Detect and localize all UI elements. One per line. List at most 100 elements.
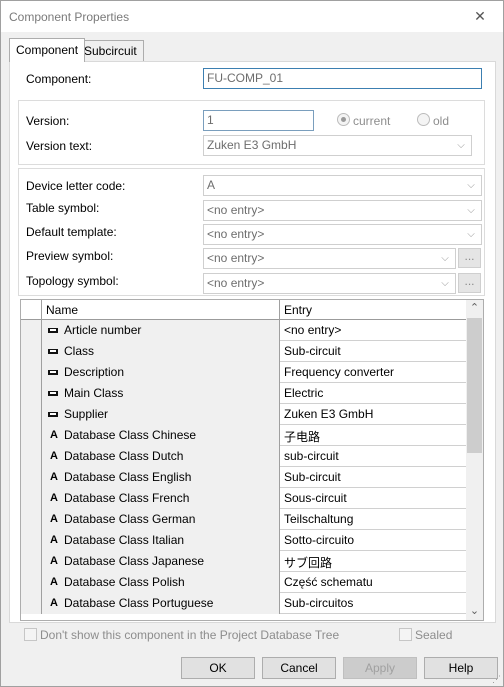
table-symbol-label: Table symbol: <box>26 201 100 215</box>
row-header[interactable] <box>21 446 42 467</box>
row-header[interactable] <box>21 572 42 593</box>
row-header[interactable] <box>21 467 42 488</box>
scroll-up-icon[interactable]: ⌃ <box>466 300 483 317</box>
row-header[interactable] <box>21 404 42 425</box>
entry-cell[interactable]: sub-circuit <box>280 446 467 467</box>
table-row[interactable]: Main Class Electric <box>21 383 467 404</box>
cancel-button[interactable]: Cancel <box>262 657 336 679</box>
table-row[interactable]: Class Sub-circuit <box>21 341 467 362</box>
text-a-icon: A <box>50 471 58 483</box>
column-header-name[interactable]: Name <box>42 300 280 320</box>
name-cell: A Database Class German <box>42 509 280 530</box>
attribute-name: Database Class Dutch <box>64 449 184 463</box>
name-cell: A Database Class Chinese <box>42 425 280 446</box>
chevron-down-icon[interactable]: ⌵ <box>465 176 477 195</box>
chevron-down-icon[interactable]: ⌵ <box>465 201 477 220</box>
text-a-icon: A <box>50 450 58 462</box>
topology-symbol-combo[interactable]: <no entry> ⌵ <box>203 273 456 294</box>
tab-subcircuit[interactable]: Subcircuit <box>77 40 144 62</box>
attribute-name: Database Class Portuguese <box>64 596 214 610</box>
table-row[interactable]: Description Frequency converter <box>21 362 467 383</box>
version-field[interactable]: 1 <box>203 110 314 131</box>
row-header[interactable] <box>21 530 42 551</box>
apply-button[interactable]: Apply <box>343 657 417 679</box>
name-cell: Main Class <box>42 383 280 404</box>
dont-show-checkbox[interactable] <box>24 628 37 641</box>
entry-cell[interactable]: Sous-circuit <box>280 488 467 509</box>
entry-cell[interactable]: Część schematu <box>280 572 467 593</box>
ok-button[interactable]: OK <box>181 657 255 679</box>
title-bar: Component Properties ✕ <box>1 1 503 32</box>
entry-cell[interactable]: サブ回路 <box>280 551 467 572</box>
column-header-entry[interactable]: Entry <box>280 300 467 320</box>
attribute-icon <box>47 406 61 422</box>
table-row[interactable]: A Database Class Italian Sotto-circuito <box>21 530 467 551</box>
entry-cell[interactable]: Zuken E3 GmbH <box>280 404 467 425</box>
scrollbar-thumb[interactable] <box>467 318 482 453</box>
chevron-down-icon[interactable]: ⌵ <box>465 225 477 244</box>
entry-cell[interactable]: Electric <box>280 383 467 404</box>
entry-cell[interactable]: Sub-circuitos <box>280 593 467 614</box>
table-row[interactable]: A Database Class German Teilschaltung <box>21 509 467 530</box>
row-header[interactable] <box>21 383 42 404</box>
dont-show-label: Don't show this component in the Project… <box>40 628 340 642</box>
table-row[interactable]: A Database Class Dutch sub-circuit <box>21 446 467 467</box>
table-row[interactable]: A Database Class Polish Część schematu <box>21 572 467 593</box>
default-template-combo[interactable]: <no entry> ⌵ <box>203 224 482 245</box>
text-a-icon: A <box>50 513 58 525</box>
device-letter-value: A <box>207 178 216 192</box>
preview-symbol-combo[interactable]: <no entry> ⌵ <box>203 248 456 269</box>
version-text-combo[interactable]: Zuken E3 GmbH ⌵ <box>203 135 472 156</box>
entry-cell[interactable]: <no entry> <box>280 320 467 341</box>
row-header[interactable] <box>21 425 42 446</box>
row-header[interactable] <box>21 488 42 509</box>
preview-symbol-label: Preview symbol: <box>26 249 114 263</box>
chevron-down-icon[interactable]: ⌵ <box>439 274 451 293</box>
entry-cell[interactable]: Sub-circuit <box>280 467 467 488</box>
grid-rows: Article number <no entry> Class Sub-circuit… <box>21 320 467 614</box>
entry-cell[interactable]: Frequency converter <box>280 362 467 383</box>
grid-scrollbar[interactable]: ⌃ ⌄ <box>466 300 483 620</box>
table-row[interactable]: A Database Class Portuguese Sub-circuitos <box>21 593 467 614</box>
version-text-label: Version text: <box>26 139 93 153</box>
entry-cell[interactable]: 子电路 <box>280 425 467 446</box>
tab-component[interactable]: Component <box>9 38 86 62</box>
preview-symbol-browse-button[interactable]: ... <box>458 248 481 268</box>
row-header[interactable] <box>21 593 42 614</box>
table-row[interactable]: Supplier Zuken E3 GmbH <box>21 404 467 425</box>
entry-cell[interactable]: Teilschaltung <box>280 509 467 530</box>
name-cell: Article number <box>42 320 280 341</box>
attribute-grid[interactable]: Name Entry Article number <no entry> Class… <box>20 299 484 621</box>
row-header[interactable] <box>21 509 42 530</box>
attribute-icon <box>47 364 61 380</box>
current-radio[interactable] <box>337 113 350 126</box>
row-header[interactable] <box>21 320 42 341</box>
table-row[interactable]: Article number <no entry> <box>21 320 467 341</box>
old-radio[interactable] <box>417 113 430 126</box>
row-header[interactable] <box>21 551 42 572</box>
help-button[interactable]: Help <box>424 657 498 679</box>
chevron-down-icon[interactable]: ⌵ <box>455 136 467 155</box>
scroll-down-icon[interactable]: ⌄ <box>466 603 483 620</box>
table-row[interactable]: A Database Class Chinese 子电路 <box>21 425 467 446</box>
component-name-field[interactable]: FU-COMP_01 <box>203 68 482 89</box>
sealed-checkbox[interactable] <box>399 628 412 641</box>
row-header[interactable] <box>21 341 42 362</box>
table-symbol-combo[interactable]: <no entry> ⌵ <box>203 200 482 221</box>
table-row[interactable]: A Database Class Japanese サブ回路 <box>21 551 467 572</box>
chevron-down-icon[interactable]: ⌵ <box>439 249 451 268</box>
attribute-name: Database Class Chinese <box>64 428 197 442</box>
attribute-entry: Sub-circuit <box>284 470 341 484</box>
entry-cell[interactable]: Sub-circuit <box>280 341 467 362</box>
entry-cell[interactable]: Sotto-circuito <box>280 530 467 551</box>
table-row[interactable]: A Database Class English Sub-circuit <box>21 467 467 488</box>
attribute-entry: Część schematu <box>284 575 373 589</box>
grid-corner <box>21 300 42 320</box>
resize-grip-icon[interactable]: ⋰ <box>491 674 501 684</box>
attribute-name: Class <box>64 344 95 358</box>
row-header[interactable] <box>21 362 42 383</box>
table-row[interactable]: A Database Class French Sous-circuit <box>21 488 467 509</box>
topology-symbol-browse-button[interactable]: ... <box>458 273 481 293</box>
close-icon[interactable]: ✕ <box>457 1 503 32</box>
device-letter-combo[interactable]: A ⌵ <box>203 175 482 196</box>
